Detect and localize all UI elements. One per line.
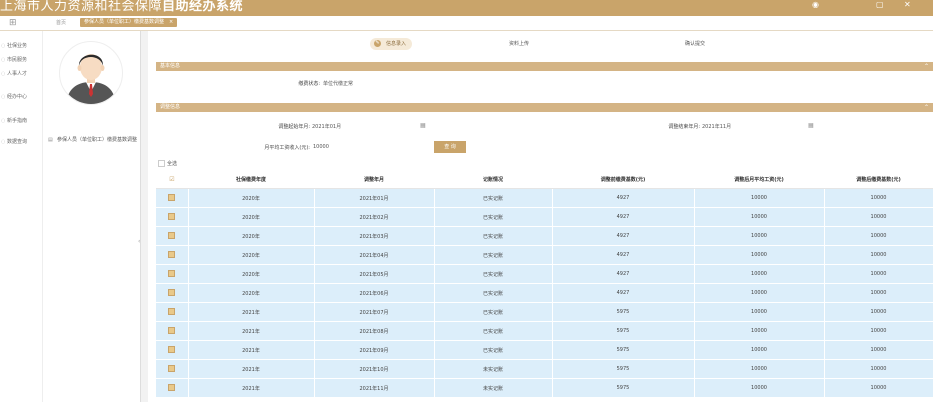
chevron-up-icon-2[interactable]: ⌃ xyxy=(924,103,929,112)
table-row[interactable]: 2020年 2021年03月 已实记账 4927 10000 10000 xyxy=(156,226,933,246)
profile-menu-item[interactable]: ▤ 参保人员（单位职工）缴费基数调整 xyxy=(48,137,138,144)
step-confirm[interactable]: 确认提交 xyxy=(685,38,705,50)
left-nav: ◌ 社保业务 ◌ 市民服务 ◌ 人事人才 ◌ 经办中心 ◌ 新手指南 ◌ 数据查询 xyxy=(0,31,43,402)
table-row[interactable]: 2020年 2021年02月 已实记账 4927 10000 10000 xyxy=(156,207,933,227)
row-checkbox[interactable] xyxy=(168,250,176,258)
start-month-input[interactable]: 2021年01月 xyxy=(312,123,341,130)
close-window-icon[interactable]: ✕ xyxy=(904,0,911,9)
row-checkbox[interactable] xyxy=(168,364,176,372)
adjustment-table: ☑ 社保缴费年度 调整年月 记账情况 调整前缴费基数(元) 调整后月平均工资(元… xyxy=(156,170,933,398)
table-row[interactable]: 2020年 2021年05月 已实记账 4927 10000 10000 xyxy=(156,264,933,284)
nav-item-personnel[interactable]: ◌ 人事人才 xyxy=(0,70,42,77)
table-row[interactable]: 2021年 2021年07月 已实记账 5975 10000 10000 xyxy=(156,302,933,322)
table-row[interactable]: 2020年 2021年04月 已实记账 4927 10000 10000 xyxy=(156,245,933,265)
tab-bar: ⊞ 首页 参保人员（单位职工）缴费基数调整 × xyxy=(0,16,933,31)
nav-item-data-query[interactable]: ◌ 数据查询 xyxy=(0,138,42,145)
col-adjust-month: 调整年月 xyxy=(314,170,434,189)
user-icon[interactable]: ◉ xyxy=(812,0,819,9)
main-content: ✎ 信息录入 资料上传 确认提交 基本信息 ⌃ 缴费状态: 单位代缴正常 调整信息… xyxy=(148,31,933,402)
query-button[interactable]: 查 询 xyxy=(434,141,466,153)
select-all-checkbox[interactable] xyxy=(158,160,165,167)
section-basic-header[interactable]: 基本信息 ⌃ xyxy=(156,62,933,71)
checkbox-checked-icon[interactable]: ☑ xyxy=(169,176,174,183)
end-month-label: 调整结束年月: xyxy=(668,124,700,130)
tab-home[interactable]: 首页 xyxy=(56,19,66,26)
tab-close-icon[interactable]: × xyxy=(169,19,173,25)
row-checkbox[interactable] xyxy=(168,383,176,391)
col-wage-after: 调整后月平均工资(元) xyxy=(694,170,824,189)
grid-menu-icon[interactable]: ⊞ xyxy=(9,18,17,28)
row-checkbox[interactable] xyxy=(168,193,176,201)
select-all[interactable]: 全选 xyxy=(158,160,177,167)
document-icon: ▤ xyxy=(48,137,53,143)
step-info-entry[interactable]: ✎ 信息录入 xyxy=(370,38,413,50)
avatar xyxy=(59,41,123,105)
row-checkbox[interactable] xyxy=(168,307,176,315)
col-posting: 记账情况 xyxy=(434,170,552,189)
start-month-label: 调整起始年月: xyxy=(278,124,310,130)
app-title-regular: 上海市人力资源和社会保障 xyxy=(0,0,163,14)
row-checkbox[interactable] xyxy=(168,288,176,296)
nav-item-guide[interactable]: ◌ 新手指南 xyxy=(0,117,42,124)
wage-label: 月平均工资收入(元): xyxy=(264,145,310,151)
nav-item-social-insurance[interactable]: ◌ 社保业务 xyxy=(0,42,42,49)
window-icon[interactable]: ▢ xyxy=(876,0,884,9)
app-title: 上海市人力资源和社会保障自助经办系统 xyxy=(0,0,243,14)
wage-input[interactable]: 10000 xyxy=(313,144,329,150)
calendar-icon[interactable]: ▦ xyxy=(420,122,426,129)
tab-active[interactable]: 参保人员（单位职工）缴费基数调整 × xyxy=(80,18,178,27)
row-checkbox[interactable] xyxy=(168,231,176,239)
collapse-arrow-icon[interactable]: ‹ xyxy=(138,238,140,245)
table-row[interactable]: 2020年 2021年01月 已实记账 4927 10000 10000 xyxy=(156,188,933,208)
header-checkbox[interactable]: ☑ xyxy=(156,170,188,189)
row-checkbox[interactable] xyxy=(168,326,176,334)
col-year: 社保缴费年度 xyxy=(188,170,314,189)
step-indicator: ✎ 信息录入 资料上传 确认提交 xyxy=(148,37,933,51)
row-checkbox[interactable] xyxy=(168,269,176,277)
end-month-input[interactable]: 2021年11月 xyxy=(702,123,731,130)
step-upload[interactable]: 资料上传 xyxy=(509,38,529,50)
row-checkbox[interactable] xyxy=(168,212,176,220)
table-row[interactable]: 2021年 2021年08月 已实记账 5975 10000 10000 xyxy=(156,321,933,341)
table-row[interactable]: 2021年 2021年09月 已实记账 5975 10000 10000 xyxy=(156,340,933,360)
status-value: 单位代缴正常 xyxy=(323,81,354,87)
status-label: 缴费状态: xyxy=(298,81,320,87)
app-title-bold: 自助经办系统 xyxy=(162,0,244,14)
nav-item-citizen-service[interactable]: ◌ 市民服务 xyxy=(0,56,42,63)
tab-active-label: 参保人员（单位职工）缴费基数调整 xyxy=(84,19,165,25)
col-base-after: 调整后缴费基数(元) xyxy=(824,170,933,189)
row-checkbox[interactable] xyxy=(168,345,176,353)
table-header-row: ☑ 社保缴费年度 调整年月 记账情况 调整前缴费基数(元) 调整后月平均工资(元… xyxy=(156,170,933,189)
section-adjust-header[interactable]: 调整信息 ⌃ xyxy=(156,103,933,112)
top-banner: 上海市人力资源和社会保障自助经办系统 ◉ ▢ ✕ xyxy=(0,0,933,16)
table-row[interactable]: 2021年 2021年11月 未实记账 5975 10000 10000 xyxy=(156,378,933,398)
table-row[interactable]: 2020年 2021年06月 已实记账 4927 10000 10000 xyxy=(156,283,933,303)
nav-item-service-center[interactable]: ◌ 经办中心 xyxy=(0,93,42,100)
edit-icon: ✎ xyxy=(374,40,381,47)
col-base-before: 调整前缴费基数(元) xyxy=(552,170,694,189)
chevron-up-icon[interactable]: ⌃ xyxy=(924,62,929,71)
table-row[interactable]: 2021年 2021年10月 未实记账 5975 10000 10000 xyxy=(156,359,933,379)
calendar-icon-2[interactable]: ▦ xyxy=(808,122,814,129)
profile-panel: ▤ 参保人员（单位职工）缴费基数调整 xyxy=(43,31,141,402)
